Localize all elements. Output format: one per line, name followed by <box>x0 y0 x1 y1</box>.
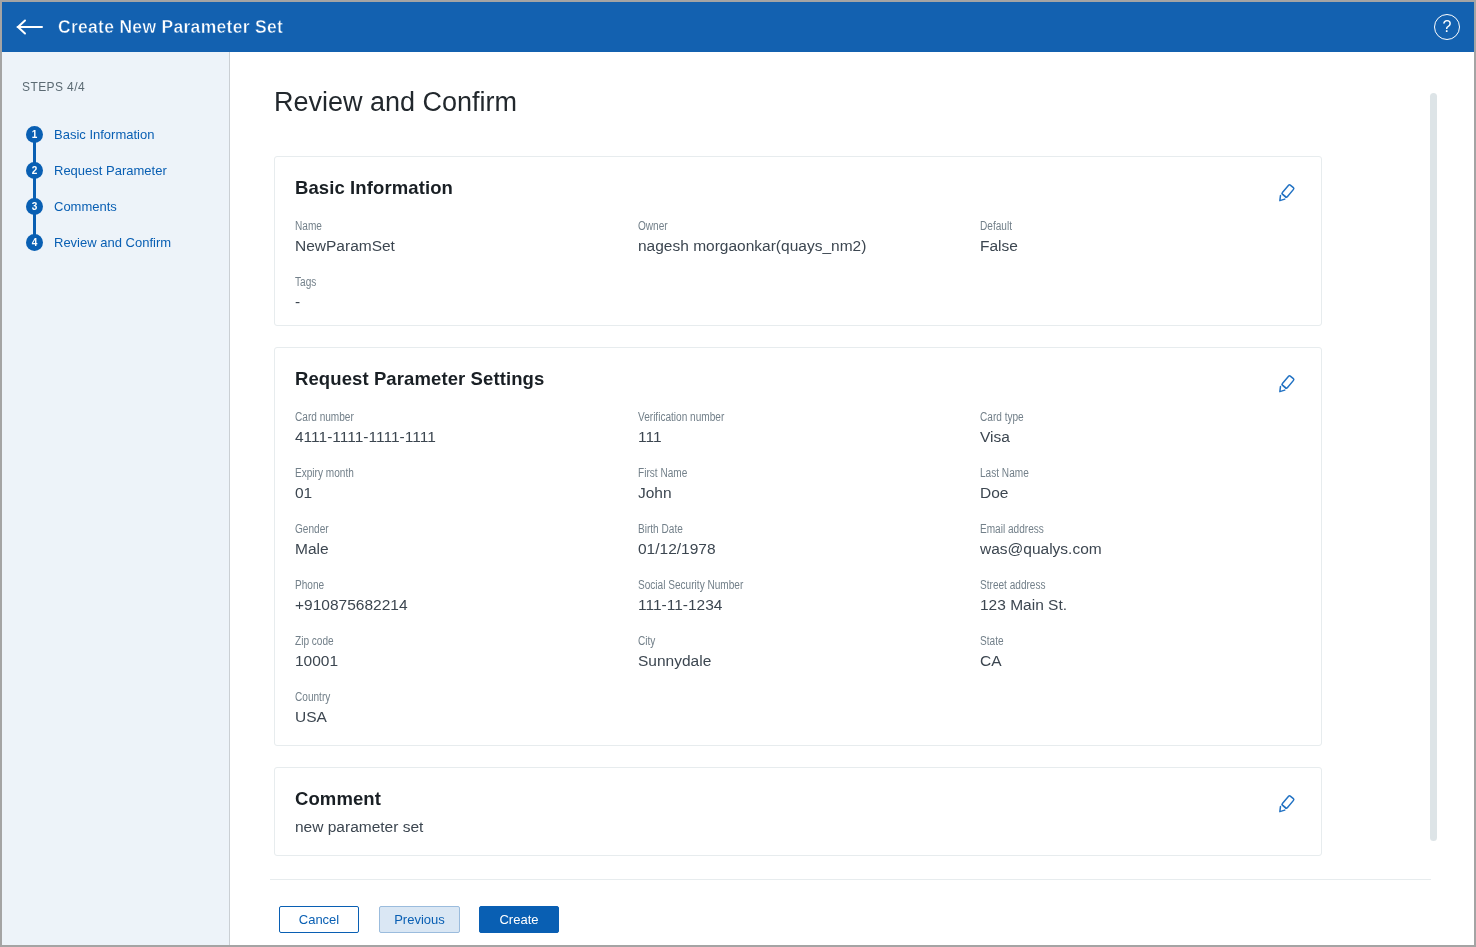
field-label: Last Name <box>980 465 1246 481</box>
field-label: Email address <box>980 521 1246 537</box>
footer-divider <box>270 879 1431 880</box>
field-value: 01 <box>295 483 638 503</box>
field-phone: Phone +910875682214 <box>295 577 638 615</box>
field-value: Doe <box>980 483 1297 503</box>
field-verification-number: Verification number 111 <box>638 409 980 447</box>
field-default: Default False <box>980 218 1297 256</box>
field-card-number: Card number 4111-1111-1111-1111 <box>295 409 638 447</box>
field-first-name: First Name John <box>638 465 980 503</box>
field-value: Visa <box>980 427 1297 447</box>
card-title: Comment <box>295 788 1297 810</box>
card-comment: Comment new parameter set <box>274 767 1322 856</box>
field-label: City <box>638 633 925 649</box>
field-label: Social Security Number <box>638 577 925 593</box>
field-email-address: Email address was@qualys.com <box>980 521 1297 559</box>
footer-actions: Cancel Previous Create <box>274 906 1322 933</box>
step-label: Comments <box>54 199 117 214</box>
field-value: 111-11-1234 <box>638 595 980 615</box>
card-request-parameter-settings: Request Parameter Settings Card number 411… <box>274 347 1322 746</box>
card-title: Basic Information <box>295 177 1297 199</box>
help-icon[interactable]: ? <box>1434 14 1460 40</box>
field-value: 10001 <box>295 651 638 671</box>
field-gender: Gender Male <box>295 521 638 559</box>
field-value: John <box>638 483 980 503</box>
sidebar-step-request-parameter[interactable]: 2 Request Parameter <box>2 152 229 188</box>
field-value: False <box>980 236 1297 256</box>
field-tags: Tags - <box>295 274 638 312</box>
field-label: First Name <box>638 465 925 481</box>
field-label: Card type <box>980 409 1246 425</box>
field-value: NewParamSet <box>295 236 638 256</box>
field-value: USA <box>295 707 638 727</box>
field-label: Phone <box>295 577 583 593</box>
field-value: CA <box>980 651 1297 671</box>
sidebar-step-basic-information[interactable]: 1 Basic Information <box>2 116 229 152</box>
card-basic-information: Basic Information Name NewParamSetOwner nag… <box>274 156 1322 326</box>
page-title: Review and Confirm <box>274 87 1322 117</box>
field-value: Male <box>295 539 638 559</box>
field-expiry-month: Expiry month 01 <box>295 465 638 503</box>
sidebar-step-review-and-confirm[interactable]: 4 Review and Confirm <box>2 224 229 260</box>
app-header: Create New Parameter Set ? <box>2 2 1474 52</box>
create-button[interactable]: Create <box>479 906 559 933</box>
field-label: Gender <box>295 521 583 537</box>
field-label: Tags <box>295 274 583 290</box>
steps-counter: STEPS 4/4 <box>22 80 229 94</box>
edit-pencil-icon[interactable] <box>1276 181 1296 205</box>
content-area: Review and Confirm Basic Information Name… <box>230 52 1474 945</box>
previous-button[interactable]: Previous <box>379 906 460 933</box>
step-number-badge: 2 <box>26 162 43 179</box>
step-number-badge: 4 <box>26 234 43 251</box>
step-number-badge: 1 <box>26 126 43 143</box>
field-value: 4111-1111-1111-1111 <box>295 427 638 447</box>
field-birth-date: Birth Date 01/12/1978 <box>638 521 980 559</box>
window: Create New Parameter Set ? STEPS 4/4 1 Ba… <box>0 0 1476 947</box>
field-owner: Owner nagesh morgaonkar(quays_nm2) <box>638 218 980 256</box>
page-header-title: Create New Parameter Set <box>58 17 283 38</box>
field-value: 01/12/1978 <box>638 539 980 559</box>
steps-sidebar: STEPS 4/4 1 Basic Information 2 Request Par… <box>2 52 230 945</box>
field-label: Card number <box>295 409 583 425</box>
step-label: Basic Information <box>54 127 154 142</box>
field-value: +910875682214 <box>295 595 638 615</box>
field-label: Name <box>295 218 583 234</box>
field-label: Street address <box>980 577 1246 593</box>
card-title: Request Parameter Settings <box>295 368 1297 390</box>
field-zip-code: Zip code 10001 <box>295 633 638 671</box>
field-last-name: Last Name Doe <box>980 465 1297 503</box>
field-city: City Sunnydale <box>638 633 980 671</box>
cancel-button[interactable]: Cancel <box>279 906 359 933</box>
field-value: nagesh morgaonkar(quays_nm2) <box>638 236 980 256</box>
field-value: 123 Main St. <box>980 595 1297 615</box>
comment-text: new parameter set <box>295 817 1297 837</box>
field-state: State CA <box>980 633 1297 671</box>
back-arrow-icon[interactable] <box>14 12 44 42</box>
field-value: was@qualys.com <box>980 539 1297 559</box>
field-label: Zip code <box>295 633 583 649</box>
edit-pencil-icon[interactable] <box>1276 372 1296 396</box>
steps-list: 1 Basic Information 2 Request Parameter 3 Com… <box>2 116 229 260</box>
field-social-security-number: Social Security Number 111-11-1234 <box>638 577 980 615</box>
edit-pencil-icon[interactable] <box>1276 792 1296 816</box>
field-value: 111 <box>638 427 980 447</box>
field-value: - <box>295 292 638 312</box>
field-label: Expiry month <box>295 465 583 481</box>
step-label: Review and Confirm <box>54 235 171 250</box>
field-value: Sunnydale <box>638 651 980 671</box>
field-label: Owner <box>638 218 925 234</box>
field-street-address: Street address 123 Main St. <box>980 577 1297 615</box>
field-card-type: Card type Visa <box>980 409 1297 447</box>
vertical-scrollbar[interactable] <box>1430 93 1437 841</box>
sidebar-step-comments[interactable]: 3 Comments <box>2 188 229 224</box>
field-country: Country USA <box>295 689 638 727</box>
step-label: Request Parameter <box>54 163 167 178</box>
field-label: Verification number <box>638 409 925 425</box>
field-label: State <box>980 633 1246 649</box>
field-name: Name NewParamSet <box>295 218 638 256</box>
step-number-badge: 3 <box>26 198 43 215</box>
field-label: Default <box>980 218 1246 234</box>
field-label: Country <box>295 689 583 705</box>
field-label: Birth Date <box>638 521 925 537</box>
